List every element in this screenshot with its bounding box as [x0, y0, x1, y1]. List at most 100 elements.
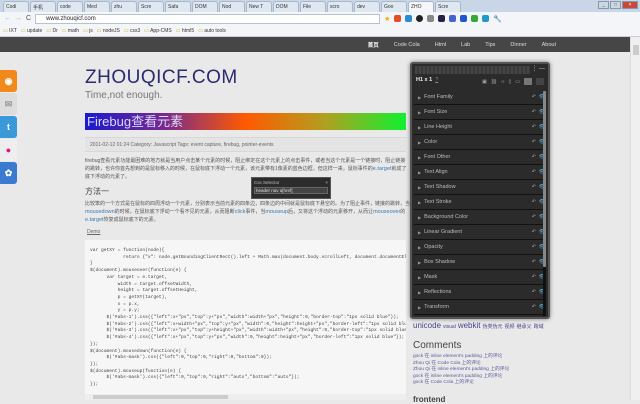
star-extension-icon[interactable]	[460, 15, 468, 22]
bookmark-item[interactable]: ▭ Dr	[46, 28, 57, 34]
bookmark-item[interactable]: ▭ js	[83, 28, 93, 34]
property-row[interactable]: ▶ Linear Gradient ↶ 👁	[414, 225, 546, 240]
extension-icon[interactable]	[416, 15, 424, 22]
nav-item[interactable]: Lab	[461, 42, 470, 48]
paw-icon[interactable]: ✿	[0, 162, 17, 184]
link[interactable]: e.target	[85, 217, 104, 223]
code-scrollbar[interactable]	[85, 394, 406, 400]
tag-link[interactable]: 伪类伪元	[483, 324, 503, 330]
expand-arrow-icon[interactable]: ▶	[418, 230, 421, 235]
property-row[interactable]: ▶ Font Size ↶ 👁	[414, 105, 546, 120]
nav-item[interactable]: Tips	[485, 42, 495, 48]
wrench-icon[interactable]: 🔧	[493, 15, 502, 23]
nav-item[interactable]: Dinner	[510, 42, 526, 48]
bookmark-item[interactable]: ▭ IXT	[3, 28, 17, 34]
nav-item[interactable]: 首页	[368, 41, 379, 49]
back-icon[interactable]: ←	[4, 15, 11, 22]
expand-arrow-icon[interactable]: ▶	[418, 140, 421, 145]
extension-icon[interactable]	[405, 15, 413, 22]
theme-dark-toggle[interactable]	[536, 78, 544, 85]
forward-icon[interactable]: →	[15, 15, 22, 22]
browser-tab[interactable]: DOM	[273, 1, 299, 12]
browser-tab[interactable]: Med	[84, 1, 110, 12]
bookmark-star-icon[interactable]: ★	[384, 15, 390, 23]
bookmark-item[interactable]: ▭ auto tools	[198, 28, 226, 34]
undo-icon[interactable]: ↶	[532, 169, 536, 175]
nav-item[interactable]: About	[542, 42, 556, 48]
reload-icon[interactable]: C	[26, 15, 31, 22]
tag-link[interactable]: unicode	[413, 321, 441, 330]
undo-icon[interactable]: ↶	[532, 259, 536, 265]
bookmark-item[interactable]: ▭ App-CMS	[144, 28, 172, 34]
browser-tab[interactable]: dev	[354, 1, 380, 12]
image-icon[interactable]: ▣	[482, 79, 487, 85]
extension-icon[interactable]	[471, 15, 479, 22]
browser-tab[interactable]: Codi	[3, 1, 29, 12]
rss-icon[interactable]: ◉	[0, 70, 17, 92]
tag-link[interactable]: visual	[443, 324, 456, 330]
extension-icon[interactable]	[438, 15, 446, 22]
tag-link[interactable]: 视频	[505, 324, 515, 330]
expand-arrow-icon[interactable]: ▶	[418, 305, 421, 310]
property-row[interactable]: ▶ Box Shadow ↶ 👁	[414, 255, 546, 270]
link[interactable]: mouseover	[373, 209, 400, 215]
browser-tab[interactable]: DOM	[192, 1, 218, 12]
expand-arrow-icon[interactable]: ▶	[418, 125, 421, 130]
browser-tab[interactable]: Goo	[381, 1, 407, 12]
undo-icon[interactable]: ↶	[532, 184, 536, 190]
theme-light-toggle[interactable]	[524, 78, 532, 85]
undo-icon[interactable]: ↶	[532, 199, 536, 205]
property-row[interactable]: ▶ Line Height ↶ 👁	[414, 120, 546, 135]
css-selector-input[interactable]: header nav a[href]	[254, 187, 328, 194]
expand-arrow-icon[interactable]: ▶	[418, 200, 421, 205]
link-icon[interactable]: ⛓	[491, 79, 497, 85]
browser-tab[interactable]: zhu	[111, 1, 137, 12]
expand-arrow-icon[interactable]: ▶	[418, 215, 421, 220]
gmail-extension-icon[interactable]	[427, 15, 435, 22]
demo-link[interactable]: Demo	[87, 229, 100, 235]
browser-tab[interactable]: 手机	[30, 1, 56, 12]
expand-arrow-icon[interactable]: ▶	[418, 170, 421, 175]
bookmark-item[interactable]: ▭ html5	[176, 28, 194, 34]
panel-menu-icon[interactable]: ⋮ —	[531, 65, 545, 72]
browser-tab[interactable]: scro	[327, 1, 353, 12]
browser-tab[interactable]: Nod	[219, 1, 245, 12]
bookmark-item[interactable]: ▭ css3	[124, 28, 140, 34]
panel-scrollbar[interactable]	[543, 91, 546, 316]
bookmark-item[interactable]: ▭ update	[21, 28, 42, 34]
property-row[interactable]: ▶ Text Align ↶ 👁	[414, 165, 546, 180]
extension-icon[interactable]	[482, 15, 490, 22]
link[interactable]: mousedown	[85, 209, 115, 215]
property-row[interactable]: ▶ Font Other ↶ 👁	[414, 150, 546, 165]
expand-arrow-icon[interactable]: ▶	[418, 110, 421, 115]
minimize-button[interactable]: _	[598, 1, 609, 9]
expand-arrow-icon[interactable]: ▶	[418, 275, 421, 280]
property-row[interactable]: ▶ Background Color ↶ 👁	[414, 210, 546, 225]
undo-icon[interactable]: ↶	[532, 94, 536, 100]
comment-icon[interactable]: ▭	[515, 79, 520, 85]
mail-icon[interactable]: ✉	[0, 93, 17, 115]
comment-link[interactable]: gock 在 Code Cola 上的评论	[413, 380, 509, 387]
undo-icon[interactable]: ↶	[532, 154, 536, 160]
property-row[interactable]: ▶ Color ↶ 👁	[414, 135, 546, 150]
bookmark-item[interactable]: ▭ math	[62, 28, 79, 34]
site-title[interactable]: ZHOUQICF.COM	[85, 67, 238, 89]
nav-item[interactable]: Html	[435, 42, 446, 48]
browser-tab[interactable]: File	[300, 1, 326, 12]
extension-icon[interactable]	[449, 15, 457, 22]
tag-link[interactable]: webkit	[458, 321, 481, 330]
link[interactable]: mouseup	[265, 209, 288, 215]
expand-arrow-icon[interactable]: ▶	[418, 290, 421, 295]
undo-icon[interactable]: ↶	[532, 124, 536, 130]
property-row[interactable]: ▶ Font Family ↶ 👁	[414, 90, 546, 105]
link[interactable]: e.target	[373, 166, 392, 172]
html5-extension-icon[interactable]	[394, 15, 402, 22]
undo-icon[interactable]: ↶	[532, 139, 536, 145]
url-input[interactable]: www.zhouqicf.com	[35, 13, 381, 24]
property-row[interactable]: ▶ Reflections ↶ 👁	[414, 285, 546, 300]
box-icon[interactable]: ▯	[509, 79, 512, 85]
browser-tab[interactable]: Scre	[435, 1, 461, 12]
undo-icon[interactable]: ↶	[532, 229, 536, 235]
page-scrollbar[interactable]	[630, 37, 640, 400]
comment-link[interactable]: Zhou Qi 在 inline element's padding 上的评论	[413, 367, 509, 374]
